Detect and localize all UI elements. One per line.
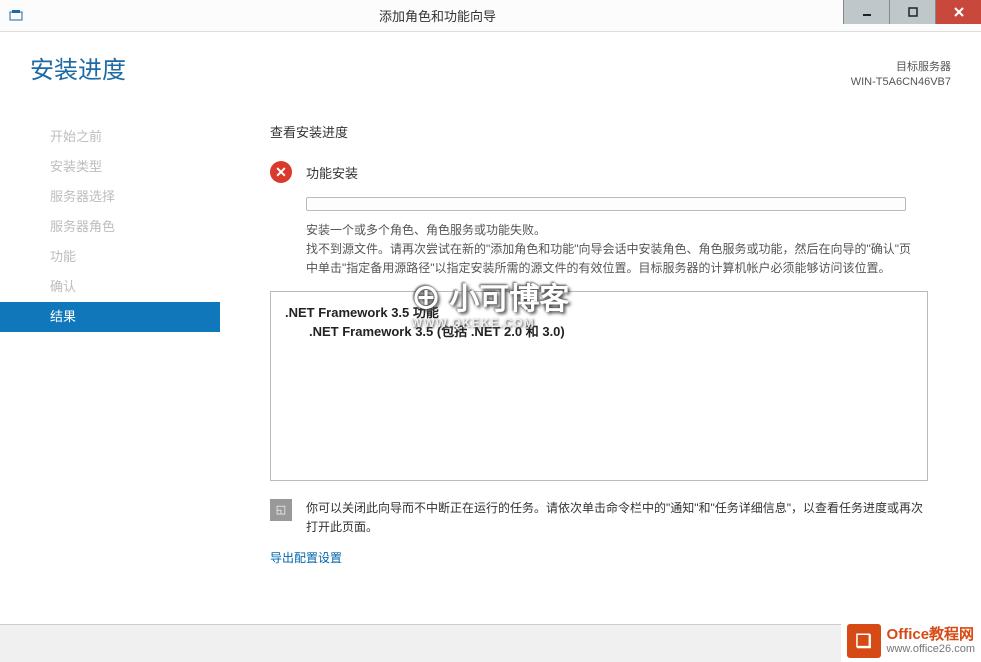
close-button[interactable] [935, 0, 981, 24]
target-server-label: 目标服务器 [851, 60, 951, 75]
sidebar-item-1: 安装类型 [0, 152, 220, 182]
sidebar-item-5: 确认 [0, 272, 220, 302]
badge-title: Office教程网 [887, 627, 975, 644]
feature-subitem: .NET Framework 3.5 (包括 .NET 2.0 和 3.0) [309, 321, 913, 340]
progress-bar [306, 197, 906, 211]
window-title: 添加角色和功能向导 [32, 6, 843, 25]
export-config-link[interactable]: 导出配置设置 [270, 549, 342, 566]
minimize-button[interactable] [843, 0, 889, 24]
maximize-button[interactable] [889, 0, 935, 24]
footer-bar [0, 624, 981, 662]
sidebar-item-4: 功能 [0, 242, 220, 272]
badge-url: www.office26.com [887, 643, 975, 655]
error-icon: ✕ [270, 161, 292, 183]
page-title: 安装进度 [30, 50, 951, 85]
wizard-sidebar: 开始之前安装类型服务器选择服务器角色功能确认结果 [0, 122, 220, 662]
feature-item: .NET Framework 3.5 功能 [285, 302, 913, 321]
status-label: 功能安装 [306, 163, 358, 182]
app-icon [0, 9, 32, 23]
target-server-name: WIN-T5A6CN46VB7 [851, 75, 951, 90]
sidebar-item-0: 开始之前 [0, 122, 220, 152]
flag-icon: ◱ [270, 499, 292, 521]
close-note: 你可以关闭此向导而不中断正在运行的任务。请依次单击命令栏中的"通知"和"任务详细… [306, 499, 930, 537]
feature-list: ⊕ 小可博客 WWW.QKEKE.COM .NET Framework 3.5 … [270, 291, 928, 481]
error-summary: 安装一个或多个角色、角色服务或功能失败。 [306, 221, 916, 240]
sidebar-item-6[interactable]: 结果 [0, 302, 220, 332]
sidebar-item-2: 服务器选择 [0, 182, 220, 212]
office-logo-icon: ❏ [847, 624, 881, 658]
sidebar-item-3: 服务器角色 [0, 212, 220, 242]
section-title: 查看安装进度 [270, 122, 951, 141]
error-detail: 找不到源文件。请再次尝试在新的"添加角色和功能"向导会话中安装角色、角色服务或功… [306, 240, 916, 278]
site-badge: ❏ Office教程网 www.office26.com [841, 620, 981, 662]
